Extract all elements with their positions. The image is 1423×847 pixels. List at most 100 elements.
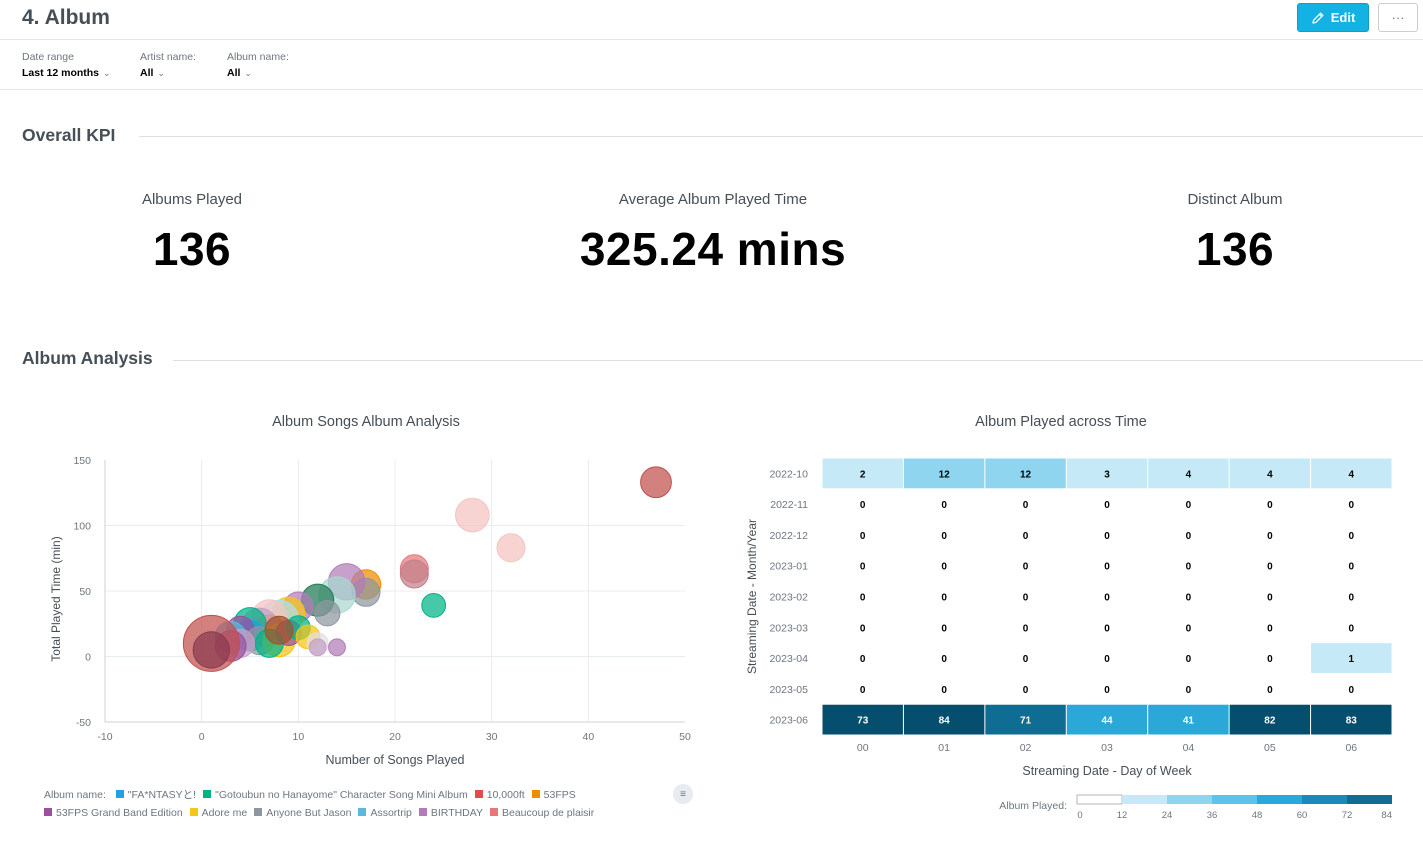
edit-button[interactable]: Edit [1297, 3, 1369, 32]
heatmap-value: 0 [1186, 562, 1192, 573]
data-bubble [328, 638, 346, 657]
legend-label: Adore me [201, 807, 248, 819]
kpi-label: Average Album Played Time [618, 191, 808, 208]
data-bubble [251, 599, 288, 636]
data-bubble [234, 619, 266, 652]
legend-label: 53FPS [543, 789, 576, 801]
legend-swatch [189, 808, 198, 816]
heatmap-value: 73 [857, 716, 869, 727]
filter-artist-name[interactable]: Artist name: All ⌄ [140, 51, 196, 81]
y-tick-label: 0 [85, 652, 91, 664]
kpi-average-played-time: Average Album Played Time 325.24 mins [513, 191, 913, 276]
x-tick-label: 01 [938, 742, 950, 754]
data-bubble [214, 620, 247, 653]
y-tick-label: 50 [79, 586, 91, 598]
heatmap-value: 0 [1023, 623, 1029, 634]
data-bubble [421, 593, 447, 618]
data-bubble [399, 554, 429, 584]
filter-date-range[interactable]: Date range Last 12 months ⌄ [22, 51, 111, 81]
section-divider [139, 136, 1423, 137]
kpi-label: Albums Played [141, 191, 243, 208]
color-scale-swatch [1302, 795, 1347, 804]
data-bubble [327, 563, 366, 601]
data-bubble [351, 577, 381, 607]
heatmap-cell [1311, 458, 1392, 489]
y-tick-label: 2022-11 [770, 499, 808, 511]
heatmap-value: 0 [1267, 531, 1273, 542]
legend-label: Assortrip [370, 807, 412, 819]
heatmap-cell [903, 458, 985, 489]
color-scale-swatch [1122, 795, 1167, 804]
heatmap-value: 0 [1104, 531, 1110, 542]
y-axis-title: Streaming Date - Month/Year [745, 519, 759, 674]
data-bubble [496, 533, 526, 563]
heatmap-value: 44 [1101, 716, 1113, 727]
legend-swatch [474, 790, 483, 798]
data-bubble [225, 615, 255, 645]
heatmap-cell [985, 704, 1066, 735]
color-scale-tick: 24 [1162, 810, 1173, 821]
data-bubble [350, 569, 382, 600]
heatmap-value: 0 [1186, 593, 1192, 604]
top-bar: 4. Album Edit ··· [0, 0, 1423, 40]
legend-swatch [254, 808, 263, 816]
legend-item[interactable]: 53FPS [531, 786, 576, 804]
legend-item[interactable]: BIRTHDAY [418, 804, 483, 822]
x-tick-label: 50 [679, 731, 691, 743]
heatmap-cell [822, 704, 903, 735]
kpi-value: 136 [152, 223, 232, 275]
data-bubble [254, 628, 284, 658]
heatmap-value: 4 [1349, 469, 1355, 480]
heatmap-cell [985, 458, 1066, 489]
legend-item[interactable]: 10,000ft [474, 786, 525, 804]
legend-item[interactable]: Anyone But Jason [254, 804, 351, 822]
legend-item[interactable]: "Gotoubun no Hanayome" Character Song Mi… [203, 786, 468, 804]
heatmap-value: 0 [1104, 623, 1110, 634]
more-options-button[interactable]: ··· [1378, 3, 1418, 32]
heatmap-value: 12 [939, 469, 951, 480]
data-bubble [245, 626, 275, 656]
legend-title: Album name: [44, 789, 106, 801]
heatmap-value: 0 [1349, 623, 1355, 634]
heatmap-value: 71 [1020, 716, 1032, 727]
filter-label: Date range [22, 51, 74, 63]
data-bubble [308, 638, 327, 657]
heatmap-value: 0 [941, 593, 947, 604]
legend-item[interactable]: 53FPS Grand Band Edition [44, 804, 183, 822]
heatmap-value: 0 [1023, 531, 1029, 542]
legend-item[interactable]: Adore me [189, 804, 248, 822]
heatmap-cell [1229, 458, 1311, 489]
heatmap-value: 0 [1023, 562, 1029, 573]
legend-item[interactable]: Beaucoup de plaisir [490, 804, 594, 822]
legend-item[interactable]: "FA*NTASYと! [115, 786, 196, 804]
data-bubble [295, 624, 321, 650]
heatmap-value: 0 [1267, 593, 1273, 604]
filter-album-name[interactable]: Album name: All ⌄ [227, 51, 289, 81]
x-tick-label: 03 [1101, 742, 1113, 754]
legend-item[interactable]: Assortrip [358, 804, 412, 822]
kpi-label: Distinct Album [1187, 191, 1283, 208]
data-bubble [182, 614, 240, 672]
legend-label: BIRTHDAY [430, 807, 483, 819]
y-tick-label: -50 [76, 717, 91, 729]
heatmap-value: 0 [860, 623, 866, 634]
heatmap-value: 0 [1349, 593, 1355, 604]
color-scale-tick: 12 [1117, 810, 1128, 821]
heatmap-value: 0 [1267, 685, 1273, 696]
data-bubble [399, 559, 429, 589]
heatmap-value: 0 [941, 685, 947, 696]
chevron-down-icon: ⌄ [157, 68, 165, 78]
data-bubble [258, 599, 300, 640]
data-bubble [285, 615, 311, 641]
heatmap-cell [1311, 704, 1392, 735]
kpi-distinct-album: Distinct Album 136 [1085, 191, 1385, 276]
legend-toggle-icon[interactable]: ≡ [673, 784, 693, 804]
heatmap-value: 0 [1023, 685, 1029, 696]
heatmap-cell [1066, 458, 1148, 489]
heatmap-value: 0 [1349, 531, 1355, 542]
scatter-legend: Album name: "FA*NTASYと! "Gotoubun no Hana… [44, 786, 664, 822]
heatmap-value: 0 [1349, 562, 1355, 573]
page-title: 4. Album [22, 6, 110, 29]
legend-label: 10,000ft [486, 789, 525, 801]
heatmap-value: 0 [1186, 685, 1192, 696]
